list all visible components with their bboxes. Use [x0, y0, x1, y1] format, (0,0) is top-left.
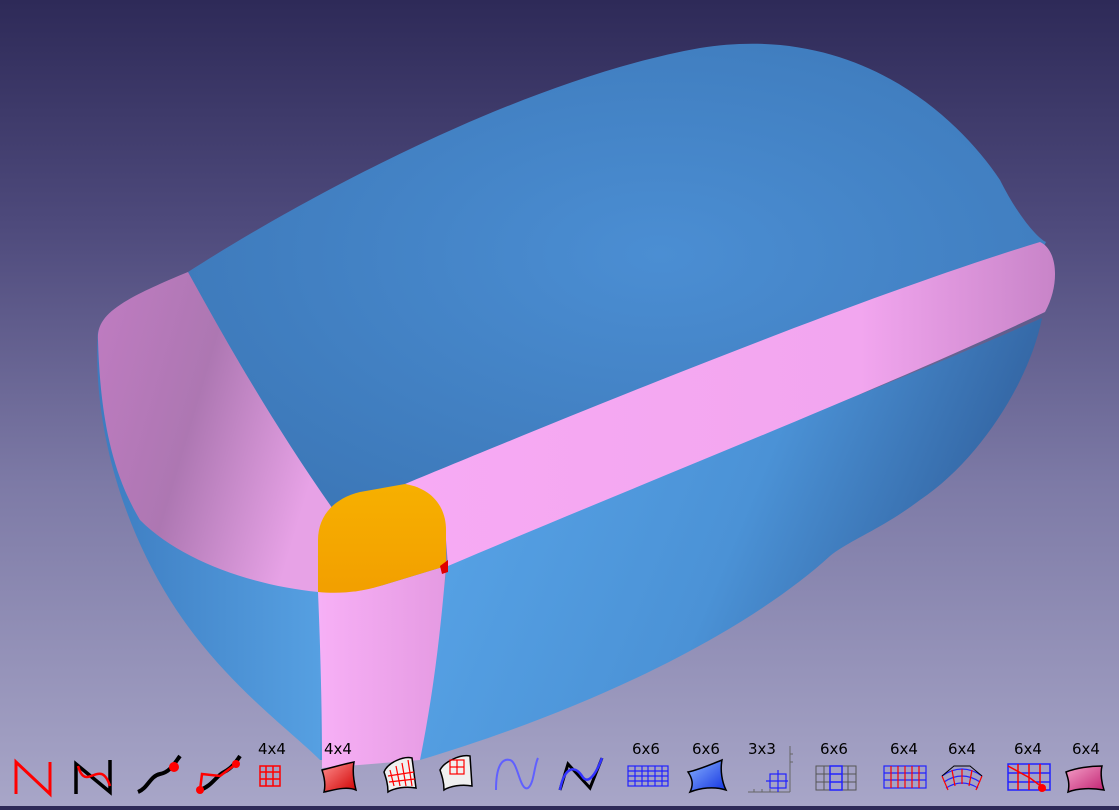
- tool-blue-surface[interactable]: 6x6: [678, 736, 734, 804]
- tool-grid-surface[interactable]: 4x4: [244, 736, 300, 804]
- surface-patch-icon: [439, 754, 473, 792]
- interpolate-curve-icon: [137, 754, 182, 794]
- tool-blend-grid[interactable]: 6x6: [806, 736, 862, 804]
- tool-partial-grid[interactable]: 3x3: [740, 736, 796, 804]
- surface-toolbar: 4x4 4x4 6x6 6x6 3x3 6x6 6x4 6x4 6x4 6x4: [0, 736, 1119, 806]
- surface-patch-grid-icon: [383, 756, 417, 794]
- tool-bezier-curve[interactable]: [8, 736, 64, 804]
- tool-polyline-control-curve[interactable]: [554, 736, 610, 804]
- tool-surface-patch-grid[interactable]: [374, 736, 430, 804]
- tool-interpolate-curve[interactable]: [132, 736, 188, 804]
- polyline-control-curve-icon: [558, 757, 604, 791]
- tool-surface-patch[interactable]: [430, 736, 486, 804]
- surface-model[interactable]: [0, 0, 1119, 806]
- approximate-curve-icon: [196, 754, 242, 794]
- bspline-curve-icon: [74, 760, 112, 796]
- tool-bezier-surface[interactable]: 4x4: [310, 736, 366, 804]
- tool-polyline-curve[interactable]: [490, 736, 546, 804]
- bezier-curve-icon: [14, 758, 52, 798]
- tool-trimmed-grid[interactable]: 6x4: [1000, 736, 1056, 804]
- tool-grid-6x4[interactable]: 6x4: [876, 736, 932, 804]
- 3d-viewport[interactable]: [0, 0, 1119, 806]
- tool-approximate-curve[interactable]: [192, 736, 248, 804]
- tool-pink-surface[interactable]: 6x4: [1058, 736, 1114, 804]
- tool-curved-grid[interactable]: 6x4: [934, 736, 990, 804]
- tool-bspline-curve[interactable]: [66, 736, 122, 804]
- tool-grid-6x6[interactable]: 6x6: [618, 736, 674, 804]
- polyline-curve-icon: [495, 757, 539, 791]
